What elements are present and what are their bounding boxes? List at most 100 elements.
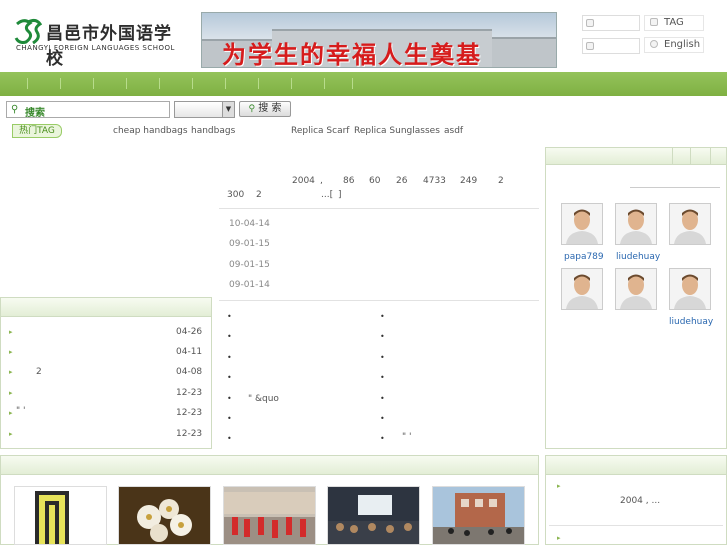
username-field[interactable] — [582, 15, 640, 31]
member-avatar[interactable] — [561, 203, 603, 245]
tag-item[interactable]: asdf — [444, 126, 463, 136]
photo-thumbnail[interactable] — [327, 486, 420, 545]
hot-tag-label: 热门TAG — [12, 124, 62, 138]
list-bullet: • — [227, 373, 232, 382]
member-name[interactable]: papa789 — [564, 252, 604, 262]
stat-value: 60 — [369, 176, 381, 186]
left-list-date: 12-23 — [176, 408, 203, 418]
date-list-item: 09-01-14 — [229, 280, 270, 290]
list-bullet: • — [380, 332, 385, 341]
school-logo[interactable]: 昌邑市外国语学校 CHANGYI FOREIGN LANGUAGES SCHOO… — [12, 16, 175, 69]
search-button[interactable]: ⚲ 搜 索 — [239, 101, 291, 117]
stat-value: , — [320, 176, 323, 186]
user-avatar-icon — [670, 269, 710, 309]
list-bullet: • — [227, 414, 232, 423]
stat-value: 26 — [396, 176, 408, 186]
left-list-date: 04-26 — [176, 327, 203, 337]
stat-more-link[interactable]: ...[ — [321, 190, 333, 200]
flower-photo-icon — [119, 487, 210, 544]
list-bullet: • — [227, 332, 232, 341]
date-list-item: 09-01-15 — [229, 239, 270, 249]
main-nav — [0, 72, 727, 96]
left-list-bullet: ▸ — [9, 328, 13, 336]
search-placeholder: 搜索 — [25, 108, 45, 119]
list-bullet: • — [380, 353, 385, 362]
member-name[interactable]: liudehuay — [616, 252, 660, 262]
bottom-right-text: 2004 , ... — [620, 496, 661, 506]
members-panel-header — [545, 147, 727, 165]
user-avatar-icon — [562, 204, 602, 244]
left-list-bullet: ▸ — [9, 368, 13, 376]
divider — [219, 208, 539, 209]
member-avatar[interactable] — [615, 268, 657, 310]
tag-item[interactable]: cheap handbags — [113, 126, 188, 136]
left-list-bullet: ▸ — [9, 348, 13, 356]
photo-thumbnail[interactable] — [432, 486, 525, 545]
campus-photo-icon — [433, 487, 524, 544]
tag-item[interactable]: handbags — [191, 126, 235, 136]
user-avatar-icon — [562, 269, 602, 309]
left-list-bullet: ▸ — [9, 389, 13, 397]
list-bullet: • — [380, 414, 385, 423]
divider — [630, 187, 720, 188]
user-icon — [586, 19, 594, 27]
stat-value: ] — [338, 190, 342, 200]
stat-value: 249 — [460, 176, 478, 186]
logo-english-name: CHANGYI FOREIGN LANGUAGES SCHOOL — [16, 44, 175, 52]
middle-list-link[interactable]: " &quo — [248, 394, 279, 404]
bottom-right-panel-body — [545, 475, 727, 545]
member-avatar[interactable] — [561, 268, 603, 310]
logo-mark-icon — [14, 18, 42, 44]
list-bullet: • — [227, 353, 232, 362]
banner-slogan: 为学生的幸福人生奠基 — [222, 40, 482, 68]
photo-thumbnail[interactable] — [118, 486, 211, 545]
search-button-icon: ⚲ — [248, 104, 256, 114]
user-avatar-icon — [616, 269, 656, 309]
left-list-link[interactable]: " ' — [16, 406, 25, 416]
stat-value: 2004 — [292, 176, 315, 186]
list-bullet: • — [380, 312, 385, 321]
member-avatar[interactable] — [669, 203, 711, 245]
list-bullet: ▸ — [557, 534, 561, 542]
photo-thumbnail[interactable] — [223, 486, 316, 545]
stat-value: 2 — [498, 176, 504, 186]
list-bullet: • — [380, 373, 385, 382]
left-list-link[interactable]: 2 — [36, 367, 42, 377]
middle-list-link[interactable]: " ' — [402, 432, 411, 442]
member-name[interactable]: liudehuay — [669, 317, 713, 327]
search-icon: ⚲ — [11, 104, 19, 115]
hall-photo-icon — [328, 487, 419, 544]
quick-link-box-1 — [644, 15, 704, 31]
search-input[interactable]: ⚲ 搜索 — [6, 101, 170, 119]
left-list-date: 04-08 — [176, 367, 203, 377]
user-avatar-icon — [616, 204, 656, 244]
member-avatar[interactable] — [615, 203, 657, 245]
left-list-bullet: ▸ — [9, 430, 13, 438]
date-list-item: 09-01-15 — [229, 260, 270, 270]
divider — [219, 300, 539, 301]
member-avatar[interactable] — [669, 268, 711, 310]
photo-thumbnail[interactable] — [14, 486, 107, 545]
students-photo-icon — [224, 487, 315, 544]
user-avatar-icon — [670, 204, 710, 244]
header-banner: 为学生的幸福人生奠基 — [201, 12, 557, 68]
list-bullet: • — [380, 434, 385, 443]
left-list-bullet: ▸ — [9, 409, 13, 417]
left-list-date: 12-23 — [176, 429, 203, 439]
left-list-date: 04-11 — [176, 347, 203, 357]
divider — [549, 525, 723, 526]
list-bullet: • — [227, 312, 232, 321]
list-bullet: ▸ — [557, 482, 561, 490]
tag-item[interactable]: Replica Sunglasses — [354, 126, 440, 136]
list-bullet: • — [227, 394, 232, 403]
stat-value: 4733 — [423, 176, 446, 186]
stat-value: 2 — [256, 190, 262, 200]
photo-panel-header — [0, 455, 539, 475]
date-list-item: 10-04-14 — [229, 219, 270, 229]
left-list-date: 12-23 — [176, 388, 203, 398]
search-type-select[interactable]: ▼ — [174, 101, 235, 118]
tag-item[interactable]: Replica Scarf — [291, 126, 349, 136]
bottom-right-panel-header — [545, 455, 727, 475]
password-field[interactable] — [582, 38, 640, 54]
lock-icon — [586, 42, 594, 50]
